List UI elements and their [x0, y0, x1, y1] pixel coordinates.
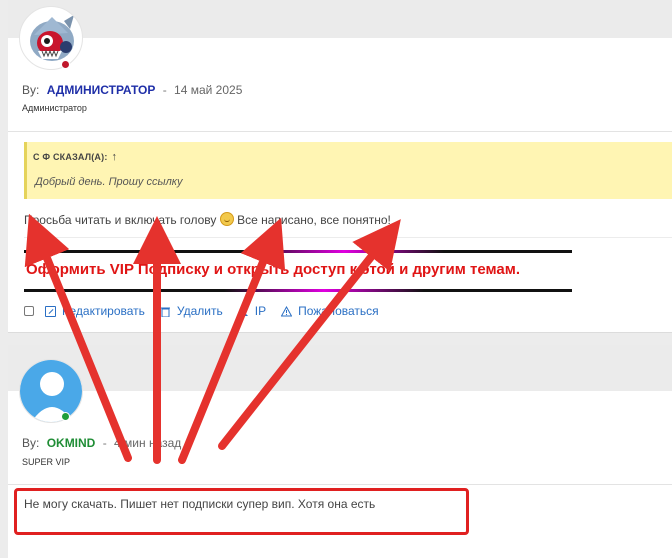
divider [8, 131, 672, 132]
post-header-band [8, 0, 672, 38]
vip-banner-text[interactable]: Оформить VIP Подписку и открыть доступ к… [26, 261, 520, 278]
meta-separator: - [162, 83, 167, 97]
by-label: By: [22, 436, 40, 450]
vip-banner-bottom-line [24, 289, 572, 292]
ip-button[interactable]: IP [238, 304, 266, 318]
delete-label: Удалить [176, 304, 223, 318]
message-text-2: Все написано, все понятно! [237, 213, 391, 227]
post-actions: Редактировать Удалить IP Пожаловаться [24, 304, 394, 318]
smiley-icon [219, 212, 234, 226]
post-date[interactable]: 4 мин назад [114, 436, 181, 450]
ip-label: IP [254, 304, 267, 318]
report-button[interactable]: Пожаловаться [280, 304, 379, 318]
user-role: SUPER VIP [22, 457, 71, 467]
report-label: Пожаловаться [298, 304, 379, 318]
author-link[interactable]: АДМИНИСТРАТОР [47, 83, 156, 97]
avatar-admin[interactable] [19, 6, 83, 70]
forum-thread: By: АДМИНИСТРАТОР - 14 май 2025 Админист… [0, 0, 672, 558]
ip-person-icon [238, 306, 249, 317]
by-label: By: [22, 83, 40, 97]
arrow-up-icon[interactable]: ↑ [112, 151, 118, 163]
divider [8, 484, 672, 485]
delete-button[interactable]: Удалить [160, 304, 223, 318]
quote-text: Добрый день. Прошу ссылку [35, 176, 183, 188]
quote-author: С Ф СКАЗАЛ(А): [33, 152, 108, 162]
message-text-1: Просьба читать и включать голову [24, 213, 217, 227]
meta-separator: - [102, 436, 107, 450]
quote-header[interactable]: С Ф СКАЗАЛ(А): ↑ [33, 151, 117, 163]
highlight-box [14, 488, 469, 535]
divider [24, 237, 672, 238]
avatar-okmind[interactable] [19, 359, 83, 423]
vip-banner-top-line [24, 250, 572, 253]
status-dot [61, 60, 70, 69]
online-status-dot [61, 412, 70, 421]
author-link[interactable]: OKMIND [47, 436, 96, 450]
post-date[interactable]: 14 май 2025 [174, 83, 242, 97]
edit-button[interactable]: Редактировать [45, 304, 145, 318]
post-meta: By: АДМИНИСТРАТОР - 14 май 2025 [22, 83, 242, 97]
delete-icon [160, 306, 171, 317]
post-meta: By: OKMIND - 4 мин назад [22, 436, 181, 450]
edit-label: Редактировать [62, 304, 145, 318]
user-role: Администратор [22, 103, 87, 113]
post-message: Просьба читать и включать голову Все нап… [24, 212, 391, 227]
edit-icon [45, 305, 56, 317]
post-admin: By: АДМИНИСТРАТОР - 14 май 2025 Админист… [8, 0, 672, 333]
quote-block: С Ф СКАЗАЛ(А): ↑ Добрый день. Прошу ссылк… [24, 142, 672, 199]
select-post-checkbox[interactable] [24, 306, 34, 316]
warning-icon [280, 305, 293, 317]
post-header-band [8, 345, 672, 391]
